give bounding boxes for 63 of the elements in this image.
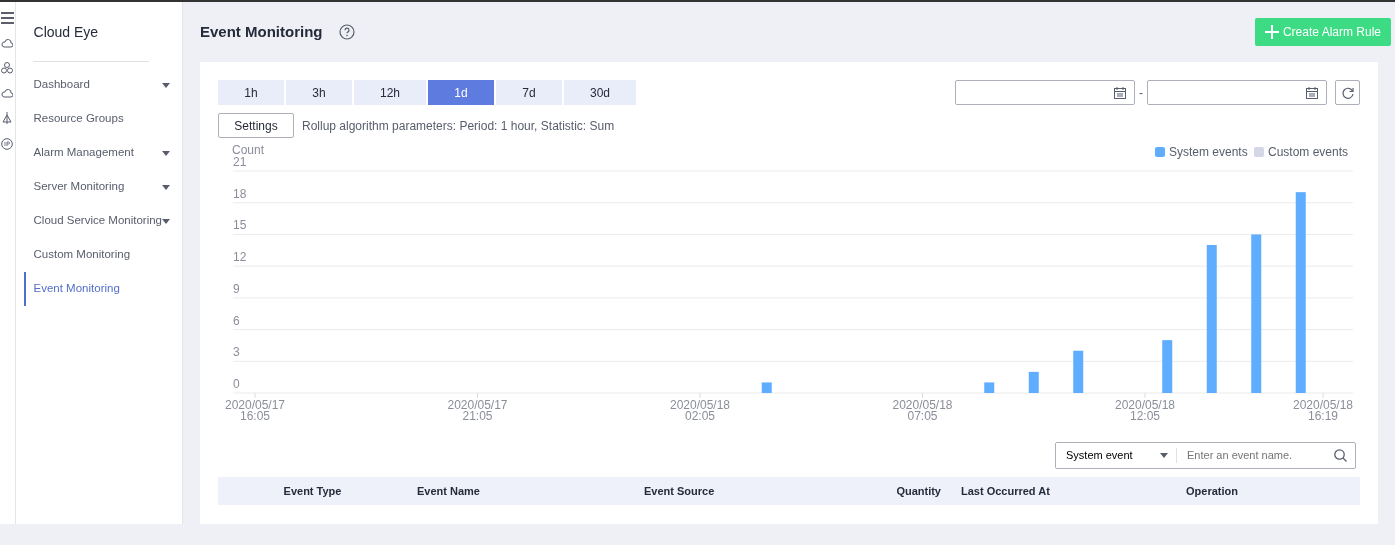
calendar-icon [1114, 86, 1126, 99]
bar [1028, 371, 1039, 393]
search-icon[interactable] [1334, 449, 1347, 462]
caret-icon [1160, 453, 1168, 458]
sidebar-item[interactable]: Resource Groups [23, 102, 182, 136]
time-range-tab[interactable]: 1h [218, 80, 284, 105]
calendar-icon [1306, 86, 1318, 99]
time-range-tab[interactable]: 3h [286, 80, 352, 105]
cloud-icon[interactable] [1, 88, 14, 98]
refresh-button[interactable] [1335, 80, 1360, 105]
x-tick-label: 2020/05/18 02:05 [669, 398, 731, 423]
y-axis-label: Count [232, 143, 265, 157]
bar [1162, 340, 1173, 393]
time-range-tab[interactable]: 1d [428, 80, 494, 105]
x-tick-label: 2020/05/18 07:05 [892, 398, 953, 423]
column-header: Event Source [643, 483, 716, 499]
time-range-tab[interactable]: 7d [496, 80, 562, 105]
page-title: Event Monitoring [200, 21, 323, 42]
y-tick-label: 9 [233, 281, 240, 296]
x-tick-label: 2020/05/18 16:19 [1292, 398, 1354, 423]
y-tick-label: 3 [233, 345, 240, 360]
help-icon[interactable] [338, 24, 355, 40]
legend-label[interactable]: Custom events [1268, 145, 1349, 159]
y-tick-label: 12 [233, 250, 247, 265]
sidebar-item[interactable]: Custom Monitoring [23, 238, 182, 272]
column-header: Event Type [282, 483, 343, 499]
time-range-tab[interactable]: 12h [354, 80, 426, 105]
end-date-field[interactable] [1147, 80, 1327, 105]
y-tick-label: 15 [233, 218, 247, 233]
column-header: Quantity [895, 483, 942, 499]
y-tick-label: 18 [233, 186, 247, 201]
sidebar-item[interactable]: Server Monitoring [23, 170, 182, 204]
refresh-icon [1341, 86, 1354, 99]
sidebar-item[interactable]: Alarm Management [23, 136, 182, 170]
sidebar-item[interactable]: Event Monitoring [23, 272, 182, 306]
sidebar-item[interactable]: Dashboard [23, 68, 182, 102]
start-date-field[interactable] [955, 80, 1135, 105]
sidebar-title: Cloud Eye [32, 2, 149, 62]
menu-icon[interactable] [0, 12, 14, 24]
plus-icon [1264, 25, 1279, 39]
rollup-description: Rollup algorithm parameters: Period: 1 hour, Statistic: Sum [302, 117, 615, 135]
y-tick-label: 21 [233, 155, 247, 169]
column-header: Operation [1185, 483, 1239, 499]
column-header: Last Occurred At [960, 483, 1051, 499]
sidebar-item[interactable]: Cloud Service Monitoring [23, 204, 182, 238]
ip-icon[interactable] [1, 138, 14, 150]
x-tick-label: 2020/05/18 12:05 [1114, 398, 1176, 423]
settings-button[interactable]: Settings [218, 113, 294, 138]
x-tick-label: 2020/05/17 21:05 [447, 398, 508, 423]
time-range-tab[interactable]: 30d [564, 80, 636, 105]
nodes-icon[interactable] [1, 62, 14, 74]
bar [984, 382, 995, 393]
y-tick-label: 0 [233, 377, 240, 391]
date-separator: - [1139, 84, 1143, 102]
bar [761, 382, 772, 393]
antenna-icon[interactable] [2, 112, 13, 124]
y-tick-label: 6 [233, 313, 240, 328]
bar [1073, 350, 1084, 393]
x-tick-label: 2020/05/17 16:05 [224, 398, 286, 423]
cloud-icon[interactable] [1, 38, 14, 48]
event-search-field[interactable]: System event Enter an event name. [1055, 442, 1356, 469]
column-header: Event Name [416, 483, 481, 499]
legend-label[interactable]: System events [1169, 145, 1248, 159]
